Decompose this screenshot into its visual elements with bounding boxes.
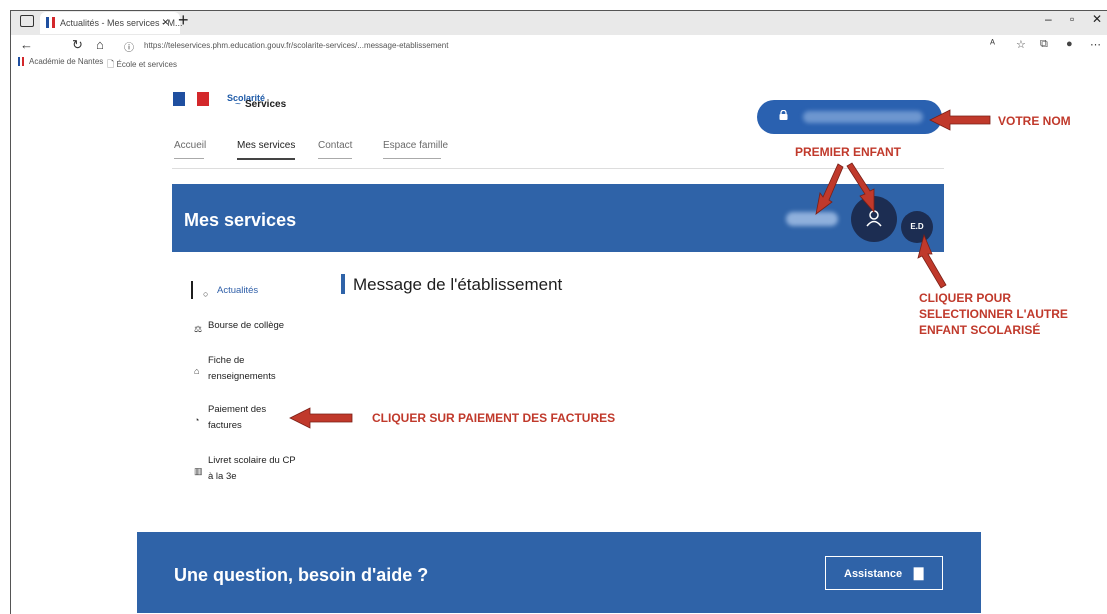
annotation-line: ENFANT SCOLARISÉ	[919, 323, 1041, 337]
arrow-to-child-name	[815, 163, 844, 215]
annotation-premier-enfant: PREMIER ENFANT	[795, 145, 902, 159]
arrow-to-name	[929, 109, 991, 131]
annotation-selectionner-enfant: CLIQUER POUR SELECTIONNER L'AUTRE ENFANT…	[919, 290, 1068, 338]
annotation-line: SELECTIONNER L'AUTRE	[919, 307, 1068, 321]
annotation-paiement: CLIQUER SUR PAIEMENT DES FACTURES	[372, 411, 616, 425]
annotation-line: CLIQUER POUR	[919, 291, 1012, 305]
annotation-votre-nom: VOTRE NOM	[998, 114, 1071, 128]
arrow-to-child-avatar	[846, 162, 875, 214]
arrow-to-other-child	[917, 233, 947, 289]
arrow-to-paiement	[289, 407, 353, 429]
